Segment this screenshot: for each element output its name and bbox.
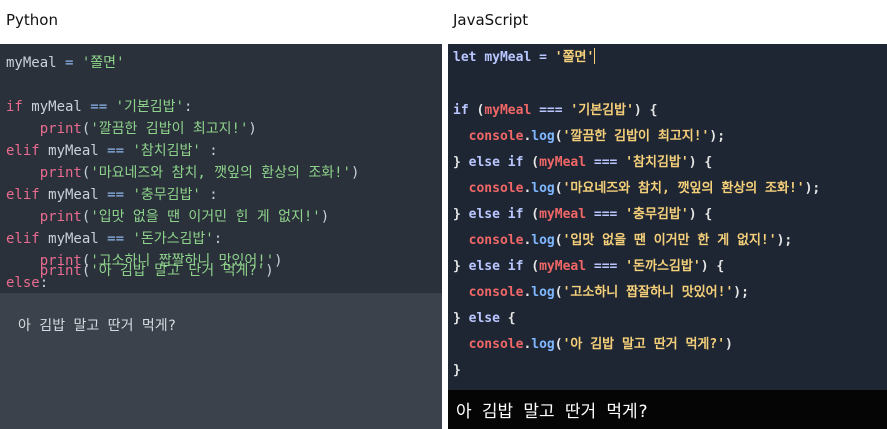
javascript-title: JavaScript — [453, 11, 529, 29]
python-title: Python — [6, 11, 58, 29]
code-line: } else if (myMeal === '충무김밥') { — [453, 207, 713, 222]
code-line: elif myMeal == '충무김밥' : — [6, 187, 218, 203]
code-line: } else if (myMeal === '참치김밥') { — [453, 155, 713, 170]
code-line: } else { — [453, 311, 516, 326]
app-root: Python myMeal = '쫄면' if myMeal == '기본김밥'… — [0, 0, 887, 429]
code-line: elif myMeal == '참치김밥' : — [6, 143, 218, 159]
text-cursor — [594, 48, 596, 64]
code-line: } else if (myMeal === '돈까스김밥') { — [453, 259, 725, 274]
python-output-text: 아 김밥 말고 딴거 먹게? — [18, 318, 177, 334]
code-line: console.log('깔끔한 김밥이 최고지!'); — [468, 129, 726, 144]
javascript-header: JavaScript — [448, 0, 887, 44]
code-line: myMeal = '쫄면' — [6, 55, 125, 71]
code-line: if (myMeal === '기본김밥') { — [453, 103, 658, 118]
python-output-panel: 아 김밥 말고 딴거 먹게? — [0, 293, 442, 429]
javascript-panel: JavaScript let myMeal = '쫄면' if (myMeal … — [448, 0, 887, 429]
python-header: Python — [0, 0, 442, 44]
javascript-code-editor[interactable]: let myMeal = '쫄면' if (myMeal === '기본김밥')… — [448, 44, 887, 390]
code-line: print('깔끔한 김밥이 최고지!') — [39, 121, 257, 137]
javascript-output-panel: 아 김밥 말고 딴거 먹게? — [448, 390, 887, 429]
python-panel: Python myMeal = '쫄면' if myMeal == '기본김밥'… — [0, 0, 442, 429]
code-line: print('마요네즈와 참치, 깻잎의 환상의 조화!') — [39, 165, 360, 181]
code-line: } — [453, 363, 461, 378]
code-line: print('입맛 없을 땐 이거민 힌 게 없지!') — [39, 209, 330, 225]
code-line: console.log('고소하니 짭잘하니 맛있어!'); — [468, 285, 749, 300]
code-line: print('아 김밥 말고 단거 먹게?') — [39, 263, 274, 279]
code-line: console.log('마요네즈와 참치, 깻잎의 환상의 조화!'); — [468, 181, 821, 196]
python-code-editor[interactable]: myMeal = '쫄면' if myMeal == '기본김밥': print… — [0, 44, 442, 293]
javascript-output-text: 아 김밥 말고 딴거 먹게? — [456, 402, 648, 422]
code-line: if myMeal == '기본김밥': — [6, 99, 193, 115]
code-line: console.log('입맛 없을 땐 이거만 한 게 없지!'); — [468, 233, 793, 248]
code-line: elif myMeal == '돈가스김밥': — [6, 231, 223, 247]
code-line: let myMeal = '쫄면' — [453, 48, 596, 65]
code-line: console.log('아 김밥 말고 딴거 먹게?') — [468, 337, 733, 352]
